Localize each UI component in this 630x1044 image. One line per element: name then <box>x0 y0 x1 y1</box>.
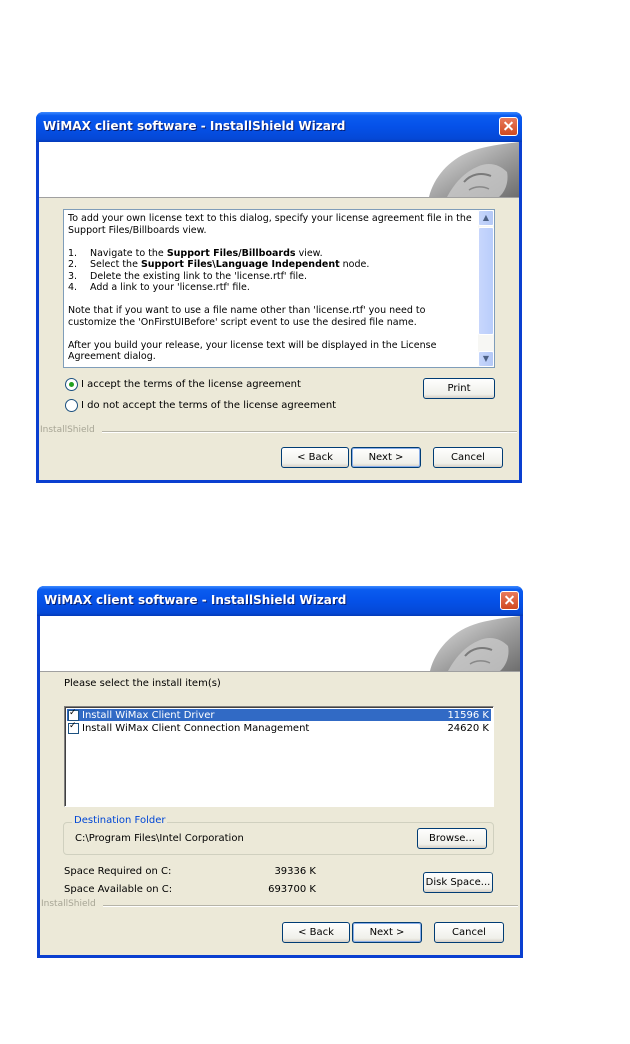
license-step: 4. Add a link to your 'license.rtf' file. <box>68 282 250 293</box>
back-button[interactable]: < Back <box>282 922 350 943</box>
item-label: Install WiMax Client Connection Manageme… <box>82 722 310 734</box>
header-banner <box>39 142 519 198</box>
title-bar[interactable]: WiMAX client software - InstallShield Wi… <box>36 112 522 142</box>
license-step: 3. Delete the existing link to the 'licen… <box>68 270 308 282</box>
window-title: WiMAX client software - InstallShield Wi… <box>43 119 346 133</box>
title-bar[interactable]: WiMAX client software - InstallShield Wi… <box>37 586 523 616</box>
banner-face-graphic <box>430 616 520 671</box>
list-item[interactable]: Install WiMax Client Driver 11596 K <box>67 708 491 721</box>
dialog-client-area: Please select the install item(s) Instal… <box>40 616 520 955</box>
browse-button[interactable]: Browse... <box>417 828 487 849</box>
checkbox-checked-icon[interactable] <box>68 708 79 721</box>
install-items-dialog-window: WiMAX client software - InstallShield Wi… <box>37 586 523 958</box>
license-step: 2. Select the Support Files\Language Inde… <box>68 259 370 270</box>
radio-icon <box>65 399 78 412</box>
space-required-value: 39336 K <box>274 866 316 877</box>
space-available-value: 693700 K <box>268 884 316 895</box>
cancel-button[interactable]: Cancel <box>434 922 504 943</box>
license-step: 1. Navigate to the Support Files/Billboar… <box>68 247 323 259</box>
cancel-button[interactable]: Cancel <box>433 447 503 468</box>
close-icon[interactable] <box>500 591 519 610</box>
license-text-box[interactable]: To add your own license text to this dia… <box>63 209 495 368</box>
checkbox-checked-icon[interactable] <box>68 721 79 734</box>
space-required-label: Space Required on C: <box>64 866 172 877</box>
select-items-prompt: Please select the install item(s) <box>64 678 221 689</box>
item-label: Install WiMax Client Driver <box>82 709 215 721</box>
header-banner <box>40 616 520 672</box>
decline-radio[interactable]: I do not accept the terms of the license… <box>65 399 336 412</box>
license-paragraph: Note that if you want to use a file name… <box>68 305 426 328</box>
license-paragraph: To add your own license text to this dia… <box>68 213 472 236</box>
item-size: 11596 K <box>447 709 489 721</box>
separator <box>103 905 518 907</box>
space-available-label: Space Available on C: <box>64 884 173 895</box>
item-size: 24620 K <box>447 722 489 734</box>
destination-folder-legend: Destination Folder <box>72 815 168 826</box>
license-dialog-window: WiMAX client software - InstallShield Wi… <box>36 112 522 483</box>
vertical-scrollbar[interactable]: ▲ ▼ <box>478 210 494 367</box>
scroll-down-icon[interactable]: ▼ <box>478 351 494 367</box>
radio-icon <box>65 378 78 391</box>
license-text: To add your own license text to this dia… <box>68 213 472 363</box>
close-icon[interactable] <box>499 117 518 136</box>
accept-radio[interactable]: I accept the terms of the license agreem… <box>65 378 301 391</box>
window-title: WiMAX client software - InstallShield Wi… <box>44 593 347 607</box>
next-button[interactable]: Next > <box>351 447 421 468</box>
disk-space-button[interactable]: Disk Space... <box>423 872 493 893</box>
destination-path: C:\Program Files\Intel Corporation <box>75 833 244 844</box>
decline-radio-label: I do not accept the terms of the license… <box>81 400 337 411</box>
installshield-label: InstallShield <box>40 425 95 435</box>
next-button[interactable]: Next > <box>352 922 422 943</box>
separator <box>102 431 517 433</box>
back-button[interactable]: < Back <box>281 447 349 468</box>
accept-radio-label: I accept the terms of the license agreem… <box>81 379 301 390</box>
install-items-list[interactable]: Install WiMax Client Driver 11596 K Inst… <box>64 706 494 807</box>
print-button[interactable]: Print <box>423 378 495 399</box>
dialog-client-area: To add your own license text to this dia… <box>39 142 519 480</box>
scroll-thumb[interactable] <box>478 227 494 335</box>
installshield-label: InstallShield <box>41 899 96 909</box>
scroll-up-icon[interactable]: ▲ <box>478 210 494 226</box>
list-item[interactable]: Install WiMax Client Connection Manageme… <box>67 721 491 734</box>
banner-face-graphic <box>429 142 519 197</box>
license-paragraph: After you build your release, your licen… <box>68 339 437 363</box>
